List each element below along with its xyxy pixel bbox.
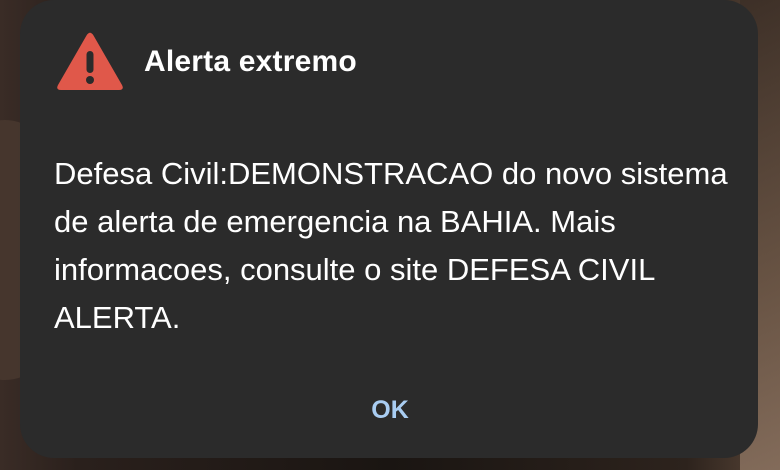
alert-message: Defesa Civil:DEMONSTRACAO do novo sistem… xyxy=(54,156,728,335)
warning-triangle-icon xyxy=(57,32,123,90)
emergency-alert-dialog: Alerta extremo Defesa Civil:DEMONSTRACAO… xyxy=(20,0,758,458)
alert-header: Alerta extremo xyxy=(56,30,357,94)
alert-title: Alerta extremo xyxy=(144,45,357,78)
ok-button[interactable]: OK xyxy=(350,385,430,435)
screen: Alerta extremo Defesa Civil:DEMONSTRACAO… xyxy=(0,0,780,470)
